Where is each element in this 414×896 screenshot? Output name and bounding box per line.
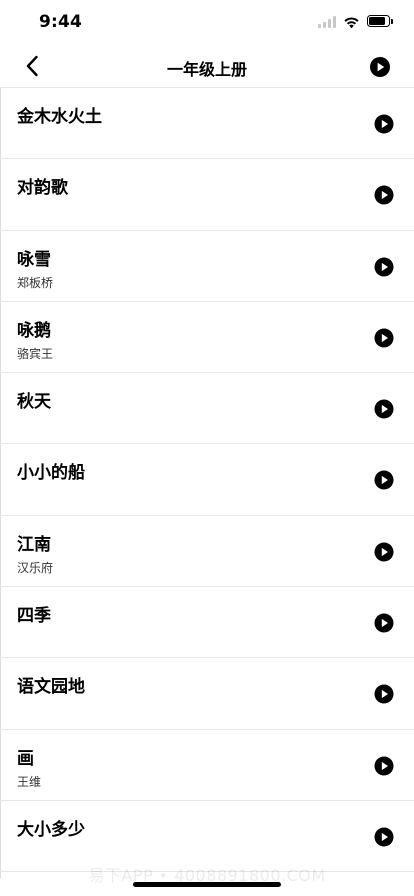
lesson-title: 江南: [17, 534, 51, 555]
lesson-title: 大小多少: [17, 819, 85, 840]
wifi-icon: [343, 14, 360, 29]
lesson-title: 咏雪: [17, 249, 51, 270]
lesson-title: 秋天: [17, 392, 51, 413]
play-button[interactable]: [374, 399, 394, 419]
play-button[interactable]: [374, 542, 394, 562]
navigation-bar: 一年级上册: [0, 44, 414, 88]
lesson-title: 小小的船: [17, 463, 85, 484]
lesson-author: 汉乐府: [17, 560, 54, 575]
page-title: 一年级上册: [166, 60, 247, 79]
lesson-list: 金木水火土 对韵歌 咏雪 郑板桥 咏鹅 骆宾王 秋天 小小的船 江南 汉乐府 四…: [0, 88, 414, 873]
battery-icon: [367, 15, 393, 28]
lesson-row[interactable]: 咏雪 郑板桥: [0, 231, 414, 302]
lesson-row[interactable]: 小小的船: [0, 444, 414, 516]
play-button[interactable]: [374, 328, 394, 348]
home-indicator[interactable]: [133, 882, 281, 887]
play-button[interactable]: [374, 684, 394, 704]
play-button[interactable]: [374, 257, 394, 277]
play-button[interactable]: [374, 756, 394, 776]
lesson-title: 对韵歌: [17, 178, 68, 199]
play-button[interactable]: [374, 827, 394, 847]
play-button[interactable]: [374, 185, 394, 205]
lesson-title: 画: [17, 748, 34, 769]
lesson-author: 王维: [17, 774, 42, 789]
status-bar: 9:44: [0, 0, 414, 44]
play-button[interactable]: [374, 613, 394, 633]
status-time: 9:44: [39, 12, 83, 32]
lesson-row[interactable]: 语文园地: [0, 658, 414, 730]
lesson-title: 语文园地: [17, 677, 85, 698]
lesson-title: 咏鹅: [17, 320, 51, 341]
lesson-title: 四季: [17, 606, 51, 627]
lesson-title: 金木水火土: [17, 107, 102, 127]
play-button[interactable]: [374, 470, 394, 490]
lesson-row[interactable]: 咏鹅 骆宾王: [0, 302, 414, 374]
lesson-row[interactable]: 金木水火土: [0, 88, 414, 160]
lesson-row[interactable]: 对韵歌: [0, 159, 414, 231]
cellular-signal-icon: [318, 16, 336, 28]
play-all-button[interactable]: [369, 56, 391, 78]
lesson-row[interactable]: 四季: [0, 587, 414, 659]
lesson-row[interactable]: 秋天: [0, 373, 414, 445]
lesson-author: 郑板桥: [17, 275, 54, 290]
play-button[interactable]: [374, 114, 394, 134]
lesson-row[interactable]: 江南 汉乐府: [0, 516, 414, 588]
lesson-author: 骆宾王: [17, 346, 54, 361]
lesson-row[interactable]: 画 王维: [0, 730, 414, 801]
